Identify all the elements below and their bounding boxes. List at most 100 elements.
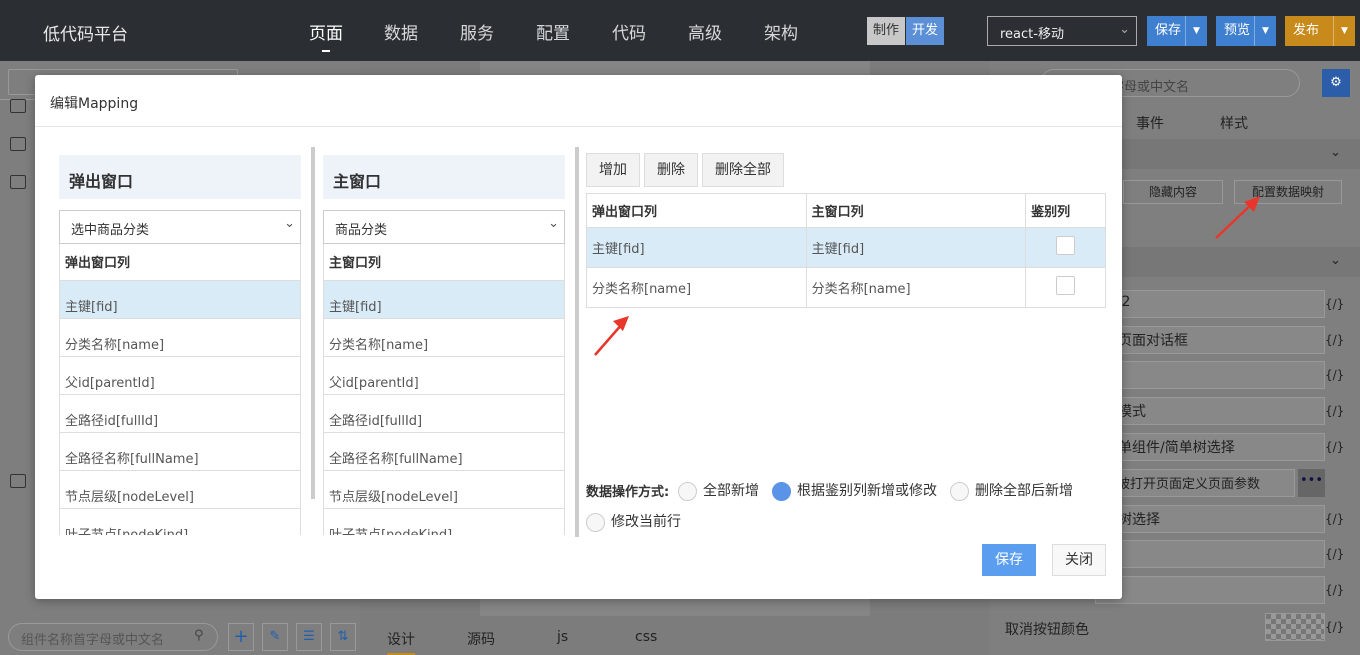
tab-styles[interactable]: 样式	[1220, 113, 1248, 133]
list-item[interactable]: 节点层级[nodeLevel]	[60, 471, 300, 509]
cell-popup[interactable]: 分类名称[name]	[586, 267, 807, 308]
component-search-input[interactable]: 组件名称首字母或中文名	[8, 623, 218, 651]
code-tag-icon[interactable]: {/}	[1325, 547, 1344, 561]
caret-down-icon[interactable]: ▼	[1185, 16, 1207, 46]
list-item[interactable]: 节点层级[nodeLevel]	[324, 471, 564, 509]
col-header-popup: 弹出窗口列	[586, 193, 807, 228]
chevron-down-icon[interactable]: ⌄	[1330, 253, 1341, 268]
env-select[interactable]: react-移动 ⌄	[987, 16, 1137, 46]
divider	[35, 126, 1122, 127]
radio-circle[interactable]	[586, 512, 605, 532]
col-header-main: 主窗口列	[805, 193, 1027, 228]
wrench-icon[interactable]: ✎	[262, 623, 288, 651]
preview-button[interactable]: 预览 ▼	[1216, 16, 1276, 46]
prop-field[interactable]	[1095, 576, 1325, 604]
list-item[interactable]: 分类名称[name]	[324, 319, 564, 357]
radio-circle[interactable]	[772, 481, 791, 501]
code-tag-icon[interactable]: {/}	[1325, 368, 1344, 382]
radio-add-all[interactable]: 全部新增	[678, 480, 759, 501]
cell-main[interactable]: 分类名称[name]	[805, 267, 1027, 308]
list-item[interactable]: 全路径名称[fullName]	[60, 433, 300, 471]
popup-heading: 弹出窗口	[59, 155, 301, 199]
add-button[interactable]: 增加	[586, 153, 640, 187]
radio-delete-then-add[interactable]: 删除全部后新增	[950, 480, 1073, 501]
delete-button[interactable]: 删除	[644, 153, 698, 187]
list-item[interactable]: 叶子节点[nodeKind]	[60, 509, 300, 535]
radio-upsert-by-key[interactable]: 根据鉴别列新增或修改	[772, 480, 937, 501]
code-tag-icon[interactable]: {/}	[1325, 404, 1344, 418]
gear-icon[interactable]: ⚙	[1322, 69, 1350, 97]
caret-down-icon[interactable]: ▼	[1254, 16, 1276, 46]
list-item[interactable]: 分类名称[name]	[60, 319, 300, 357]
list-item[interactable]: 父id[parentId]	[324, 357, 564, 395]
publish-button[interactable]: 发布 ▼	[1285, 16, 1355, 46]
prop-field[interactable]: og2	[1095, 290, 1325, 318]
chevron-down-icon: ⌄	[1119, 22, 1130, 37]
mode-make-button[interactable]: 制作	[867, 17, 906, 45]
main-source-select[interactable]: 商品分类	[323, 210, 565, 244]
cell-key	[1025, 227, 1106, 268]
nav-service[interactable]: 服务	[460, 19, 494, 44]
mode-dev-button[interactable]: 开发	[906, 17, 945, 45]
prop-field[interactable]	[1095, 540, 1325, 568]
tab-design[interactable]: 设计	[387, 629, 415, 655]
radio-circle[interactable]	[950, 481, 969, 501]
chevron-down-icon[interactable]: ⌄	[1330, 145, 1341, 160]
save-top-button[interactable]: 保存 ▼	[1147, 16, 1207, 46]
list-item[interactable]: 叶子节点[nodeKind]	[324, 509, 564, 535]
search-icon[interactable]: ⚲	[194, 628, 204, 643]
list-item[interactable]: 父id[parentId]	[60, 357, 300, 395]
close-button[interactable]: 关闭	[1052, 544, 1106, 576]
radio-label: 根据鉴别列新增或修改	[797, 483, 937, 499]
sort-az-icon[interactable]: ⇅	[330, 623, 356, 651]
save-button[interactable]: 保存	[982, 544, 1036, 576]
tab-source[interactable]: 源码	[467, 629, 495, 649]
prop-field[interactable]: 表单组件/简单树选择	[1095, 433, 1325, 461]
list-item[interactable]: 全路径id[fullId]	[60, 395, 300, 433]
nav-code[interactable]: 代码	[612, 19, 646, 44]
key-checkbox[interactable]	[1056, 236, 1076, 255]
table-row[interactable]: 分类名称[name] 分类名称[name]	[586, 267, 1106, 308]
list-item[interactable]: 全路径名称[fullName]	[324, 433, 564, 471]
code-tag-icon[interactable]: {/}	[1325, 512, 1344, 526]
code-tag-icon[interactable]: {/}	[1325, 620, 1344, 634]
nav-architecture[interactable]: 架构	[764, 19, 798, 44]
nav-advanced[interactable]: 高级	[688, 19, 722, 44]
nav-data[interactable]: 数据	[384, 19, 418, 44]
code-tag-icon[interactable]: {/}	[1325, 583, 1344, 597]
radio-modify-current[interactable]: 修改当前行	[586, 511, 681, 532]
radio-circle[interactable]	[678, 481, 697, 501]
prop-field[interactable]: 面模式	[1095, 397, 1325, 425]
color-picker[interactable]	[1265, 613, 1325, 641]
tab-js[interactable]: js	[557, 629, 568, 645]
key-checkbox[interactable]	[1056, 276, 1076, 295]
scrollbar[interactable]	[311, 147, 315, 499]
prop-field[interactable]: 在被打开页面定义页面参数	[1095, 469, 1295, 497]
tab-events[interactable]: 事件	[1136, 113, 1164, 133]
scrollbar[interactable]	[575, 147, 579, 537]
caret-down-icon[interactable]: ▼	[1333, 16, 1355, 46]
prop-field[interactable]	[1095, 361, 1325, 389]
prop-field[interactable]: 开页面对话框	[1095, 326, 1325, 354]
popup-source-select[interactable]: 选中商品分类	[59, 210, 301, 244]
add-icon[interactable]: +	[228, 623, 254, 651]
folder-icon	[10, 474, 26, 488]
code-tag-icon[interactable]: {/}	[1325, 440, 1344, 454]
list-item[interactable]: 全路径id[fullId]	[324, 395, 564, 433]
list-item[interactable]: 主键[fid]	[324, 281, 564, 319]
radio-label: 全部新增	[703, 483, 759, 499]
table-row[interactable]: 主键[fid] 主键[fid]	[586, 227, 1106, 268]
code-tag-icon[interactable]: {/}	[1325, 333, 1344, 347]
prop-field[interactable]: 单树选择	[1095, 505, 1325, 533]
nav-config[interactable]: 配置	[536, 19, 570, 44]
delete-all-button[interactable]: 删除全部	[702, 153, 784, 187]
more-icon[interactable]: •••	[1298, 469, 1325, 497]
hide-content-button[interactable]: 隐藏内容	[1123, 180, 1223, 204]
nav-page[interactable]: 页面	[309, 19, 343, 52]
list-item[interactable]: 主键[fid]	[60, 281, 300, 319]
sort-icon[interactable]: ☰	[296, 623, 322, 651]
cell-popup[interactable]: 主键[fid]	[586, 227, 807, 268]
tab-css[interactable]: css	[635, 629, 657, 645]
cell-main[interactable]: 主键[fid]	[805, 227, 1027, 268]
code-tag-icon[interactable]: {/}	[1325, 297, 1344, 311]
